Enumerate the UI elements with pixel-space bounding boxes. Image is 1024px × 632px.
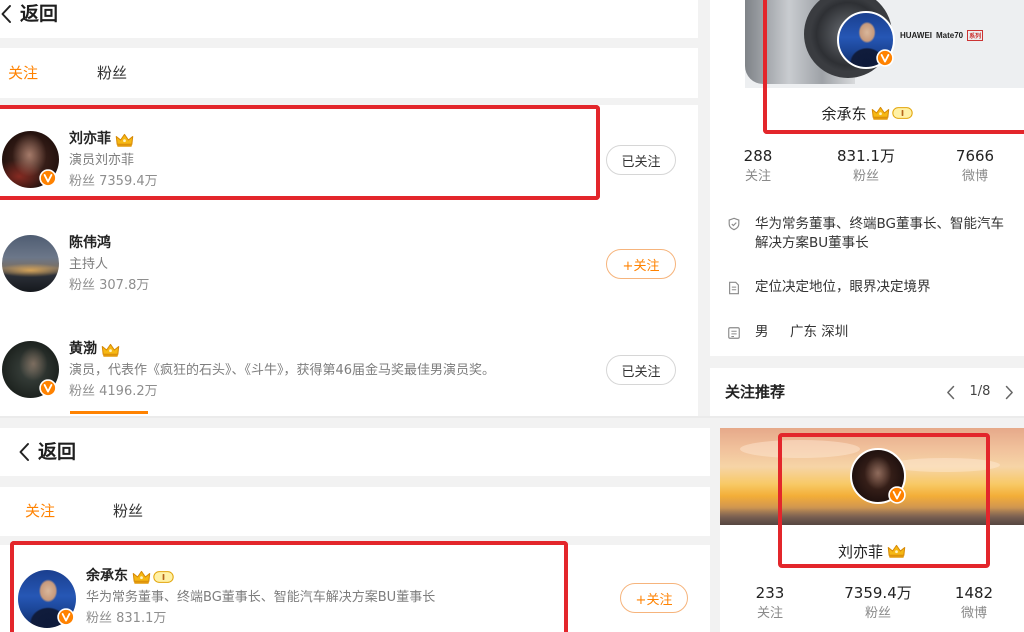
follow-button[interactable]: +关注 [620, 583, 688, 613]
highlight-box [0, 105, 600, 200]
user-description: 主持人 [69, 257, 109, 272]
tab-following[interactable]: 关注 [25, 487, 55, 536]
stat-value: 7359.4万 [844, 584, 912, 602]
stat-fans[interactable]: 831.1万 粉丝 [816, 145, 916, 187]
tab-fans[interactable]: 粉丝 [97, 48, 127, 98]
stat-label: 关注 [744, 169, 771, 184]
fans-count: 粉丝 4196.2万 [69, 384, 158, 399]
user-info: 黄渤 演员，代表作《疯狂的石头》、《斗牛》，获得第46届金马奖最佳男演员奖。 粉… [69, 339, 495, 402]
top-screenshot: 返回 关注 粉丝 刘亦菲 演员刘亦菲 粉丝 7359.4万 已关注 陈伟鸿 主持… [0, 0, 1024, 416]
tab-indicator [70, 411, 148, 414]
stat-following[interactable]: 233 关注 [720, 582, 820, 624]
stat-label: 粉丝 [864, 606, 891, 621]
recommend-page: 1/8 [969, 384, 991, 399]
profile-gender: 男 [755, 324, 769, 340]
user-name: 黄渤 [69, 341, 97, 357]
stat-following[interactable]: 288 关注 [710, 145, 808, 187]
profile-location: 广东 深圳 [790, 324, 849, 340]
stat-fans[interactable]: 7359.4万 粉丝 [828, 582, 928, 624]
avatar[interactable] [2, 235, 59, 292]
stat-value: 1482 [954, 584, 994, 602]
profile-verification: 华为常务董事、终端BG董事长、智能汽车解决方案BU董事长 [755, 216, 1004, 251]
user-name: 陈伟鸿 [69, 235, 111, 251]
verified-icon [39, 379, 57, 397]
following-button[interactable]: 已关注 [606, 355, 676, 385]
list-item[interactable]: 黄渤 演员，代表作《疯狂的石头》、《斗牛》，获得第46届金马奖最佳男演员奖。 粉… [0, 315, 698, 415]
chevron-left-icon[interactable] [0, 4, 12, 24]
stat-value: 7666 [955, 147, 995, 165]
stat-value: 233 [755, 584, 785, 602]
user-info: 陈伟鸿 主持人 粉丝 307.8万 [69, 233, 149, 296]
tab-fans[interactable]: 粉丝 [113, 487, 143, 536]
profile-card-icon [728, 327, 740, 339]
list-item[interactable]: 陈伟鸿 主持人 粉丝 307.8万 +关注 [0, 209, 698, 309]
stat-label: 微博 [961, 169, 988, 184]
profile-bio: 定位决定地位，眼界决定境界 [755, 279, 931, 295]
highlight-box [10, 541, 568, 632]
stat-label: 关注 [756, 606, 783, 621]
highlight-box [763, 0, 1024, 134]
stat-value: 831.1万 [837, 147, 895, 165]
fans-count: 粉丝 307.8万 [69, 278, 150, 293]
tabs-bar: 关注 粉丝 [0, 48, 698, 98]
follow-button[interactable]: +关注 [606, 249, 676, 279]
user-description: 演员，代表作《疯狂的石头》、《斗牛》，获得第46届金马奖最佳男演员奖。 [69, 363, 496, 378]
shield-icon [728, 217, 740, 231]
bottom-screenshot: 返回 关注 粉丝 余承东 华为常务董事、终端BG董事长、智能汽车解决方案BU董事… [0, 418, 1024, 632]
recommend-title: 关注推荐 [725, 383, 786, 401]
back-bar[interactable]: 返回 [0, 0, 698, 38]
stat-posts[interactable]: 1482 微博 [924, 582, 1024, 624]
stat-label: 粉丝 [852, 169, 879, 184]
tab-following[interactable]: 关注 [8, 48, 38, 98]
tabs-bar: 关注 粉丝 [0, 487, 710, 536]
highlight-box [778, 433, 990, 568]
chevron-left-icon[interactable] [946, 385, 955, 400]
chevron-right-icon[interactable] [1005, 385, 1014, 400]
stat-label: 微博 [960, 606, 987, 621]
following-button[interactable]: 已关注 [606, 145, 676, 175]
back-button-label[interactable]: 返回 [20, 1, 58, 27]
document-icon [729, 281, 739, 295]
stat-posts[interactable]: 7666 微博 [925, 145, 1024, 187]
back-button-label[interactable]: 返回 [38, 428, 76, 476]
crown-icon [101, 342, 120, 358]
back-bar[interactable]: 返回 [0, 428, 710, 476]
stat-value: 288 [743, 147, 773, 165]
chevron-left-icon[interactable] [18, 442, 30, 462]
recommend-card: 关注推荐 1/8 [710, 368, 1024, 416]
